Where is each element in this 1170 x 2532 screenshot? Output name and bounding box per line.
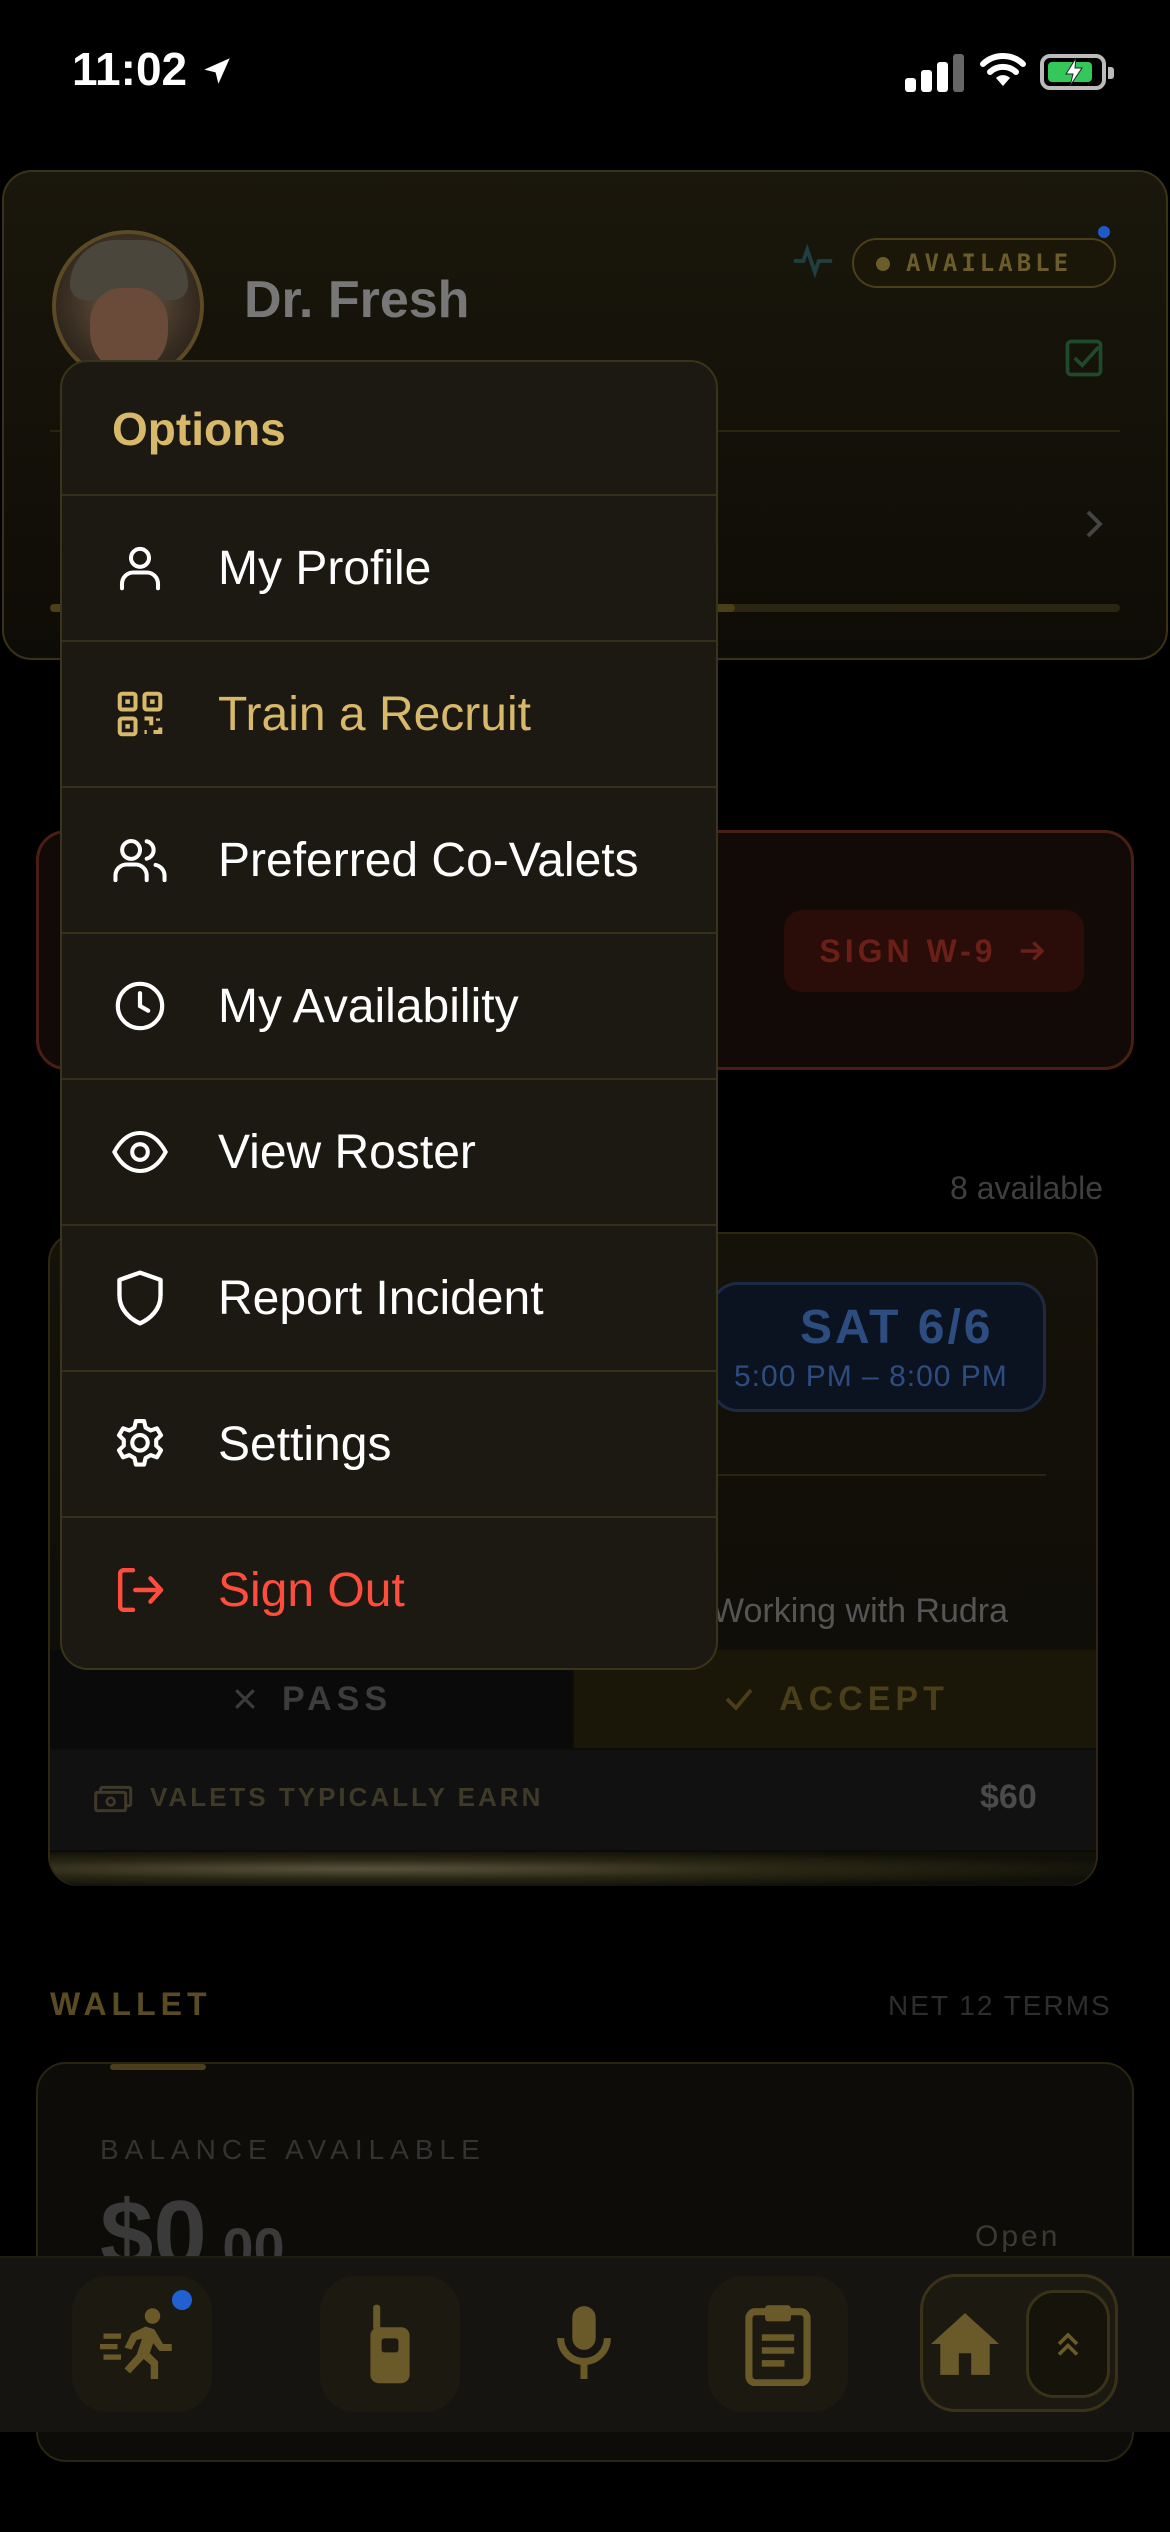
nav-tasks-button[interactable] (708, 2276, 848, 2412)
options-menu: Options My Profile Train a Recruit Prefe… (60, 360, 718, 1670)
clipboard-icon (745, 2305, 811, 2386)
menu-item-label: View Roster (218, 1125, 476, 1179)
gig-time-range: 5:00 PM – 8:00 PM (734, 1360, 1008, 1393)
sign-out-icon (110, 1560, 170, 1620)
card-glow (50, 1852, 1096, 1886)
earnings-value: $60 (980, 1778, 1037, 1816)
gig-working-with: Working with Rudra (712, 1592, 1009, 1630)
chevron-right-icon[interactable] (1082, 508, 1106, 545)
microphone-icon (557, 2306, 611, 2379)
menu-item-label: Preferred Co-Valets (218, 833, 639, 887)
menu-item-view-roster[interactable]: View Roster (62, 1078, 716, 1224)
wallet-open-link[interactable]: Open (975, 2220, 1060, 2254)
availability-status-badge[interactable]: AVAILABLE (852, 238, 1116, 288)
menu-item-my-profile[interactable]: My Profile (62, 494, 716, 640)
wifi-icon (978, 50, 1028, 95)
cellular-signal-icon (905, 52, 967, 92)
person-icon (110, 538, 170, 598)
menu-item-settings[interactable]: Settings (62, 1370, 716, 1516)
gig-divider (710, 1474, 1046, 1476)
menu-item-my-availability[interactable]: My Availability (62, 932, 716, 1078)
checkbox-icon[interactable] (1062, 336, 1106, 385)
menu-item-report-incident[interactable]: Report Incident (62, 1224, 716, 1370)
chevrons-up-icon (1057, 2332, 1079, 2356)
battery-icon (1040, 54, 1114, 90)
menu-item-label: Settings (218, 1417, 392, 1471)
pass-label: PASS (281, 1679, 393, 1718)
menu-item-label: My Availability (218, 979, 519, 1033)
nav-voice-button[interactable] (514, 2276, 654, 2412)
wallet-terms: NET 12 TERMS (888, 1990, 1112, 2021)
notification-dot (1098, 226, 1110, 238)
menu-item-label: My Profile (218, 541, 432, 595)
walkie-talkie-icon (370, 2304, 410, 2384)
sign-w9-button[interactable]: SIGN W-9 (784, 910, 1084, 992)
status-time: 11:02 (72, 43, 188, 95)
users-icon (110, 830, 170, 890)
wallet-heading: WALLET (50, 1986, 212, 2022)
sign-w9-label: SIGN W-9 (819, 932, 997, 969)
gig-date: SAT 6/6 (800, 1301, 994, 1354)
running-person-icon (100, 2308, 172, 2379)
menu-item-sign-out[interactable]: Sign Out (62, 1516, 716, 1662)
profile-name: Dr. Fresh (244, 271, 470, 329)
menu-item-label: Train a Recruit (218, 687, 531, 741)
balance-label: BALANCE AVAILABLE (100, 2134, 486, 2165)
nav-home-button[interactable] (900, 2276, 1030, 2412)
gear-icon (110, 1414, 170, 1474)
wallet-tab-indicator (110, 2064, 206, 2070)
accept-label: ACCEPT (779, 1679, 949, 1718)
menu-item-train-a-recruit[interactable]: Train a Recruit (62, 640, 716, 786)
menu-item-label: Report Incident (218, 1271, 544, 1325)
cash-icon (94, 1784, 134, 1819)
gigs-available-count: 8 available (950, 1170, 1103, 1206)
close-icon (235, 1689, 255, 1709)
checkmark-icon (725, 1688, 753, 1711)
qr-code-icon (110, 684, 170, 744)
status-badge-label: AVAILABLE (906, 249, 1073, 277)
shield-icon (110, 1268, 170, 1328)
menu-item-preferred-co-valets[interactable]: Preferred Co-Valets (62, 786, 716, 932)
home-icon (931, 2313, 999, 2375)
earnings-label: VALETS TYPICALLY EARN (150, 1782, 544, 1812)
nav-notification-dot (172, 2290, 192, 2310)
arrow-right-icon (1020, 941, 1044, 961)
menu-title: Options (112, 403, 286, 455)
clock-icon (110, 976, 170, 1036)
location-arrow-icon (200, 54, 234, 93)
nav-radio-button[interactable] (320, 2276, 460, 2412)
activity-pulse-icon (790, 238, 836, 289)
menu-item-label: Sign Out (218, 1563, 405, 1617)
expand-up-button[interactable] (1026, 2290, 1110, 2398)
eye-icon (110, 1122, 170, 1182)
